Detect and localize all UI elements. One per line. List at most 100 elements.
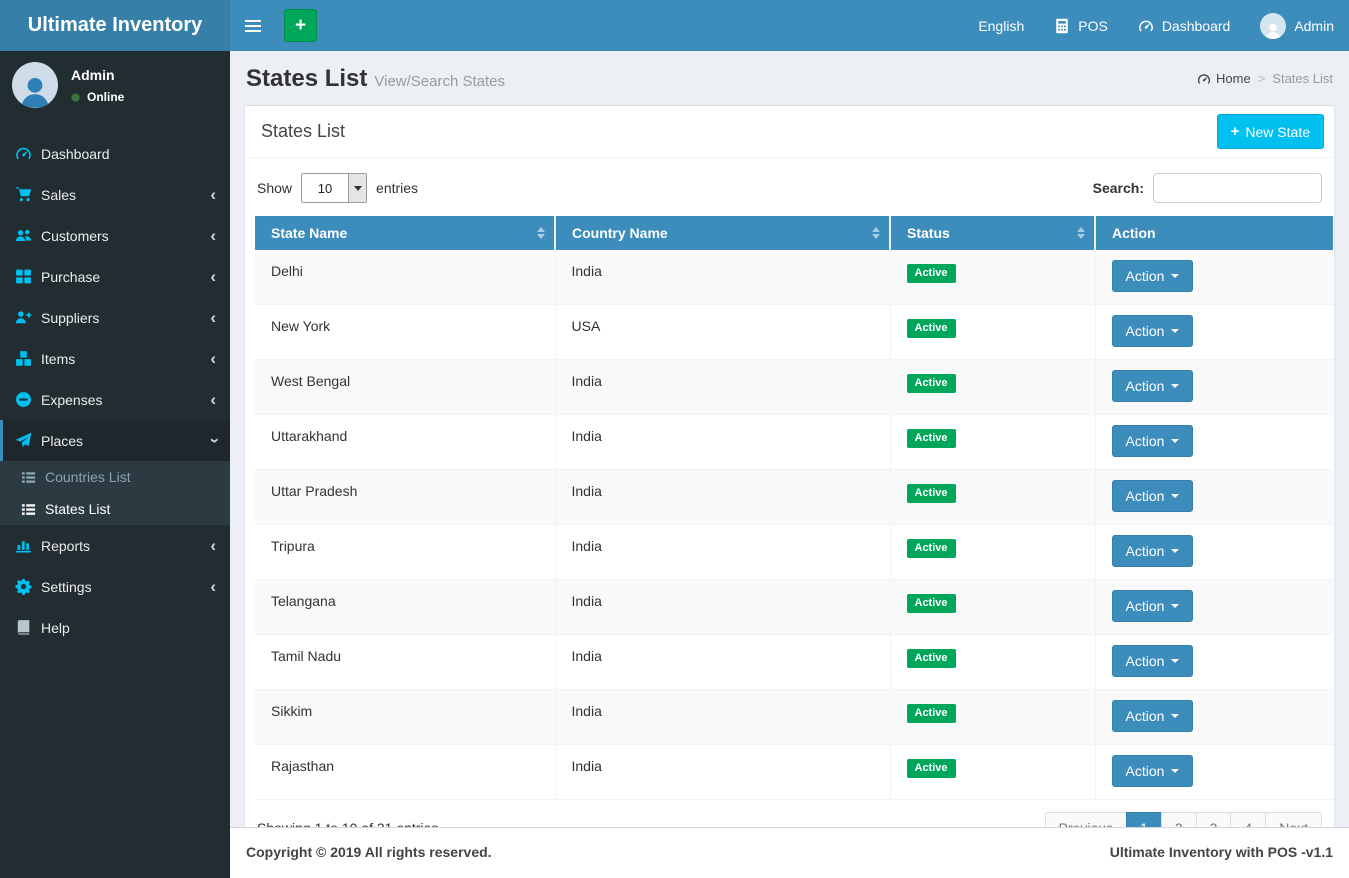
sidebar-toggle-button[interactable] — [230, 0, 276, 51]
sidebar: Admin Online Dashboard Sales ‹ Customers ‹ Pu… — [0, 51, 230, 878]
navbar-item-english[interactable]: English — [963, 0, 1039, 51]
action-dropdown-button[interactable]: Action — [1111, 590, 1194, 622]
sidebar-link-places[interactable]: Places ‹ — [0, 420, 230, 461]
action-dropdown-button[interactable]: Action — [1111, 535, 1194, 567]
sidebar-subitem-countries-list: Countries List — [0, 461, 230, 493]
sidebar-link-purchase[interactable]: Purchase ‹ — [0, 256, 230, 297]
sidebar-item-label: Settings — [41, 578, 92, 595]
search-input[interactable] — [1153, 173, 1322, 203]
new-state-button[interactable]: New State — [1216, 114, 1324, 149]
user-avatar — [12, 62, 58, 108]
action-button-label: Action — [1125, 433, 1165, 449]
table-row: Tripura India Active Action — [255, 524, 1333, 580]
action-button-label: Action — [1125, 268, 1165, 284]
state-name-cell: Uttarakhand — [255, 414, 555, 470]
action-cell: Action — [1094, 359, 1333, 415]
paper-plane-icon — [15, 432, 32, 449]
sidebar-item-places: Places ‹ Countries List States List — [0, 420, 230, 525]
chevron-left-icon: ‹ — [210, 308, 216, 327]
action-dropdown-button[interactable]: Action — [1111, 425, 1194, 457]
state-name-cell: Sikkim — [255, 689, 555, 745]
table-row: Uttarakhand India Active Action — [255, 414, 1333, 470]
action-dropdown-button[interactable]: Action — [1111, 315, 1194, 347]
list-icon — [21, 502, 36, 517]
sidebar-link-sales[interactable]: Sales ‹ — [0, 174, 230, 215]
pagination-next-button[interactable]: Next — [1265, 812, 1322, 827]
action-dropdown-button[interactable]: Action — [1111, 700, 1194, 732]
action-button-label: Action — [1125, 488, 1165, 504]
sidebar-link-suppliers[interactable]: Suppliers ‹ — [0, 297, 230, 338]
sidebar-link-help[interactable]: Help — [0, 607, 230, 648]
breadcrumb-separator — [1258, 71, 1266, 86]
sidebar-link-customers[interactable]: Customers ‹ — [0, 215, 230, 256]
sidebar-link-settings[interactable]: Settings ‹ — [0, 566, 230, 607]
quick-add-button[interactable] — [284, 9, 317, 42]
column-header-state-name[interactable]: State Name — [255, 216, 555, 250]
sidebar-sublink-states-list[interactable]: States List — [0, 493, 230, 525]
sidebar-item-label: Help — [41, 619, 70, 636]
chevron-left-icon: ‹ — [210, 185, 216, 204]
action-dropdown-button[interactable]: Action — [1111, 755, 1194, 787]
action-button-label: Action — [1125, 763, 1165, 779]
column-header-country-name[interactable]: Country Name — [554, 216, 890, 250]
navbar-item-admin[interactable]: Admin — [1245, 0, 1349, 51]
page-subtitle: View/Search States — [374, 73, 506, 90]
action-dropdown-button[interactable]: Action — [1111, 645, 1194, 677]
sidebar-item-help: Help — [0, 607, 230, 648]
status-cell: Active — [889, 469, 1095, 525]
status-badge: Active — [906, 649, 956, 669]
page-size-value: 10 — [317, 180, 333, 196]
sidebar-link-reports[interactable]: Reports ‹ — [0, 525, 230, 566]
status-badge: Active — [906, 594, 956, 614]
pagination-page-4[interactable]: 4 — [1230, 812, 1267, 827]
state-name-cell: Telangana — [255, 579, 555, 635]
sidebar-link-expenses[interactable]: Expenses ‹ — [0, 379, 230, 420]
status-badge: Active — [906, 374, 956, 394]
table-row: Telangana India Active Action — [255, 579, 1333, 635]
sidebar-link-items[interactable]: Items ‹ — [0, 338, 230, 379]
column-header-status[interactable]: Status — [889, 216, 1095, 250]
sidebar-item-expenses: Expenses ‹ — [0, 379, 230, 420]
breadcrumb: Home States List — [1197, 71, 1333, 86]
action-dropdown-button[interactable]: Action — [1111, 260, 1194, 292]
show-label: Show — [257, 180, 293, 196]
status-badge: Active — [906, 264, 956, 284]
caret-down-icon — [1171, 494, 1180, 498]
action-dropdown-button[interactable]: Action — [1111, 480, 1194, 512]
states-panel: States List New State Show 10 entries — [245, 105, 1334, 827]
status-cell: Active — [889, 359, 1095, 415]
table-row: Uttar Pradesh India Active Action — [255, 469, 1333, 525]
brand-logo[interactable]: Ultimate Inventory — [0, 0, 230, 51]
users-icon — [15, 227, 32, 244]
pagination-page-3[interactable]: 3 — [1195, 812, 1232, 827]
state-name-cell: Rajasthan — [255, 744, 555, 800]
chevron-left-icon: ‹ — [210, 536, 216, 555]
select-dropdown-button[interactable] — [348, 174, 367, 202]
content-area: States List View/Search States Home State… — [230, 51, 1349, 827]
state-name-cell: Tripura — [255, 524, 555, 580]
sidebar-link-dashboard[interactable]: Dashboard — [0, 133, 230, 174]
table-row: New York USA Active Action — [255, 304, 1333, 360]
pagination-page-1[interactable]: 1 — [1126, 812, 1162, 827]
breadcrumb-home[interactable]: Home — [1197, 71, 1251, 86]
navbar-item-dashboard[interactable]: Dashboard — [1123, 0, 1246, 51]
action-button-label: Action — [1125, 323, 1165, 339]
navbar-item-pos[interactable]: POS — [1039, 0, 1123, 51]
online-status-icon — [71, 92, 80, 102]
status-cell: Active — [889, 414, 1095, 470]
panel-title: States List — [261, 121, 346, 141]
pagination-previous-button[interactable]: Previous — [1044, 812, 1128, 827]
table-row: Delhi India Active Action — [255, 250, 1333, 305]
page-size-select[interactable]: 10 — [301, 173, 368, 203]
caret-down-icon — [1171, 549, 1180, 553]
country-name-cell: India — [554, 634, 890, 690]
footer-copyright: Copyright © 2019 All rights reserved. — [246, 844, 492, 860]
gauge-icon — [15, 145, 32, 162]
action-cell: Action — [1094, 414, 1333, 470]
status-cell: Active — [889, 689, 1095, 745]
action-button-label: Action — [1125, 653, 1165, 669]
pagination-page-2[interactable]: 2 — [1160, 812, 1197, 827]
sidebar-sublink-countries-list[interactable]: Countries List — [0, 461, 230, 493]
action-dropdown-button[interactable]: Action — [1111, 370, 1194, 402]
user-status[interactable]: Online — [71, 90, 124, 104]
